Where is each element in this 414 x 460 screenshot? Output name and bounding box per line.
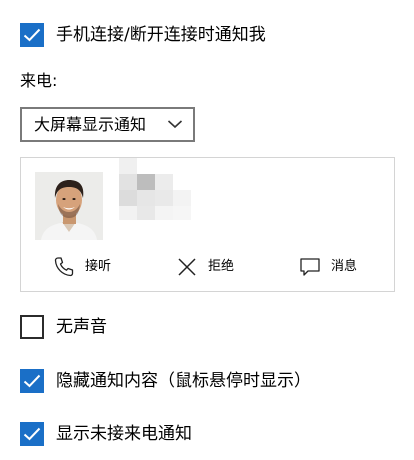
- decline-button[interactable]: 拒绝: [174, 252, 234, 282]
- message-label: 消息: [331, 259, 358, 274]
- hide-content-label: 隐藏通知内容（鼠标悬停时显示）: [56, 371, 311, 391]
- missed-call-checkbox-row[interactable]: 显示未接来电通知: [20, 422, 192, 446]
- incoming-call-dropdown[interactable]: 大屏幕显示通知: [20, 107, 195, 142]
- silent-checkbox-row[interactable]: 无声音: [20, 315, 107, 339]
- checkmark-icon: [23, 374, 41, 388]
- avatar: [35, 172, 103, 240]
- missed-call-checkbox[interactable]: [20, 422, 44, 446]
- dropdown-selected-value: 大屏幕显示通知: [34, 114, 147, 134]
- notify-connect-label: 手机连接/断开连接时通知我: [56, 25, 266, 45]
- incoming-call-label: 来电:: [20, 71, 58, 90]
- notify-connect-checkbox-row[interactable]: 手机连接/断开连接时通知我: [20, 23, 266, 47]
- call-actions: 接听 拒绝 消息: [21, 252, 394, 282]
- chevron-down-icon: [167, 120, 183, 129]
- checkmark-icon: [23, 28, 41, 42]
- message-button[interactable]: 消息: [297, 252, 357, 282]
- missed-call-label: 显示未接来电通知: [56, 424, 192, 444]
- caller-name-blurred: [113, 158, 213, 223]
- caller-photo: [35, 172, 103, 240]
- checkmark-icon: [23, 427, 41, 441]
- silent-label: 无声音: [56, 317, 107, 337]
- answer-button[interactable]: 接听: [51, 252, 111, 282]
- call-notification-preview: 接听 拒绝 消息: [20, 157, 395, 292]
- decline-label: 拒绝: [208, 259, 235, 274]
- silent-checkbox[interactable]: [20, 315, 44, 339]
- phone-icon: [51, 254, 77, 280]
- answer-label: 接听: [85, 259, 112, 274]
- notify-connect-checkbox[interactable]: [20, 23, 44, 47]
- hide-content-checkbox-row[interactable]: 隐藏通知内容（鼠标悬停时显示）: [20, 369, 311, 393]
- close-icon: [174, 254, 200, 280]
- hide-content-checkbox[interactable]: [20, 369, 44, 393]
- message-icon: [297, 254, 323, 280]
